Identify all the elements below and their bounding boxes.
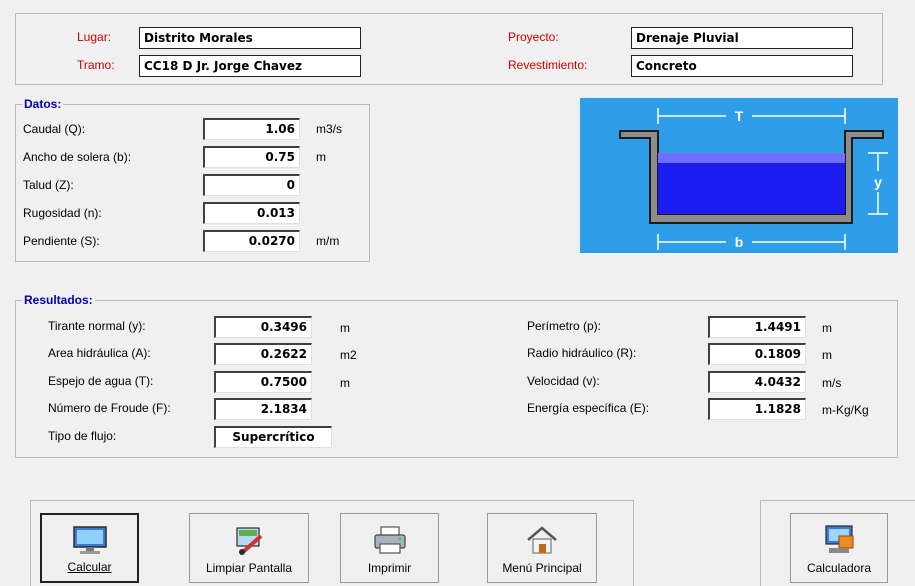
imprimir-button[interactable]: Imprimir: [340, 513, 439, 583]
menu-principal-label: Menú Principal: [502, 561, 582, 575]
paint-brush-icon: [236, 527, 263, 555]
revestimiento-label: Revestimiento:: [508, 58, 588, 72]
lugar-label: Lugar:: [77, 30, 112, 44]
caudal-unit: m3/s: [316, 122, 343, 136]
flujo-field[interactable]: Supercrítico: [214, 426, 332, 448]
espejo-field[interactable]: 0.7500: [214, 371, 312, 393]
dim-T-label: T: [735, 108, 744, 124]
caudal-field[interactable]: 1.06: [203, 118, 300, 140]
area-label: Area hidráulica (A):: [48, 346, 151, 360]
proyecto-label: Proyecto:: [508, 30, 559, 44]
application-window: Lugar: Distrito Morales Tramo: CC18 D Jr…: [0, 0, 915, 586]
channel-section-diagram: T b y: [580, 98, 898, 253]
printer-icon: [373, 526, 406, 554]
espejo-label: Espejo de agua (T):: [48, 374, 154, 388]
area-unit: m2: [340, 348, 357, 362]
calcular-button[interactable]: Calcular: [40, 513, 139, 583]
perimetro-label: Perímetro (p):: [527, 319, 602, 333]
espejo-unit: m: [340, 376, 350, 390]
velocidad-unit: m/s: [822, 376, 842, 390]
tirante-unit: m: [340, 321, 350, 335]
limpiar-pantalla-button[interactable]: Limpiar Pantalla: [189, 513, 309, 583]
dim-b-label: b: [735, 234, 744, 250]
calculadora-label: Calculadora: [806, 561, 872, 575]
water-surface: [658, 153, 845, 163]
tirante-label: Tirante normal (y):: [48, 319, 146, 333]
talud-field[interactable]: 0: [203, 174, 300, 196]
ancho-unit: m: [316, 150, 326, 164]
caudal-label: Caudal (Q):: [23, 122, 86, 136]
dim-y-label: y: [874, 174, 882, 190]
talud-label: Talud (Z):: [23, 178, 74, 192]
area-field[interactable]: 0.2622: [214, 343, 312, 365]
calculator-icon: [825, 525, 854, 553]
tramo-label: Tramo:: [77, 58, 115, 72]
ancho-label: Ancho de solera (b):: [23, 150, 132, 164]
datos-title: Datos:: [22, 97, 64, 111]
limpiar-pantalla-label: Limpiar Pantalla: [205, 561, 293, 575]
proyecto-field[interactable]: Drenaje Pluvial: [631, 27, 853, 49]
perimetro-field[interactable]: 1.4491: [708, 316, 806, 338]
froude-field[interactable]: 2.1834: [214, 398, 312, 420]
revestimiento-field[interactable]: Concreto: [631, 55, 853, 77]
rugosidad-field[interactable]: 0.013: [203, 202, 300, 224]
monitor-icon: [72, 526, 107, 554]
rugosidad-label: Rugosidad (n):: [23, 206, 102, 220]
house-icon: [527, 526, 557, 554]
pendiente-field[interactable]: 0.0270: [203, 230, 300, 252]
energia-field[interactable]: 1.1828: [708, 398, 806, 420]
velocidad-label: Velocidad (v):: [527, 374, 600, 388]
radio-unit: m: [822, 348, 832, 362]
lugar-field[interactable]: Distrito Morales: [139, 27, 361, 49]
energia-unit: m-Kg/Kg: [822, 403, 869, 417]
radio-field[interactable]: 0.1809: [708, 343, 806, 365]
resultados-title: Resultados:: [22, 293, 95, 307]
calcular-label: Calcular: [67, 560, 112, 574]
velocidad-field[interactable]: 4.0432: [708, 371, 806, 393]
radio-label: Radio hidráulico (R):: [527, 346, 637, 360]
imprimir-label: Imprimir: [367, 561, 412, 575]
ancho-field[interactable]: 0.75: [203, 146, 300, 168]
calculadora-button[interactable]: Calculadora: [790, 513, 888, 583]
flujo-label: Tipo de flujo:: [48, 429, 117, 443]
pendiente-label: Pendiente (S):: [23, 234, 100, 248]
pendiente-unit: m/m: [316, 234, 340, 248]
menu-principal-button[interactable]: Menú Principal: [487, 513, 597, 583]
tirante-field[interactable]: 0.3496: [214, 316, 312, 338]
tramo-field[interactable]: CC18 D Jr. Jorge Chavez: [139, 55, 361, 77]
froude-label: Número de Froude (F):: [48, 401, 171, 415]
perimetro-unit: m: [822, 321, 832, 335]
energia-label: Energía específica (E):: [527, 401, 650, 415]
